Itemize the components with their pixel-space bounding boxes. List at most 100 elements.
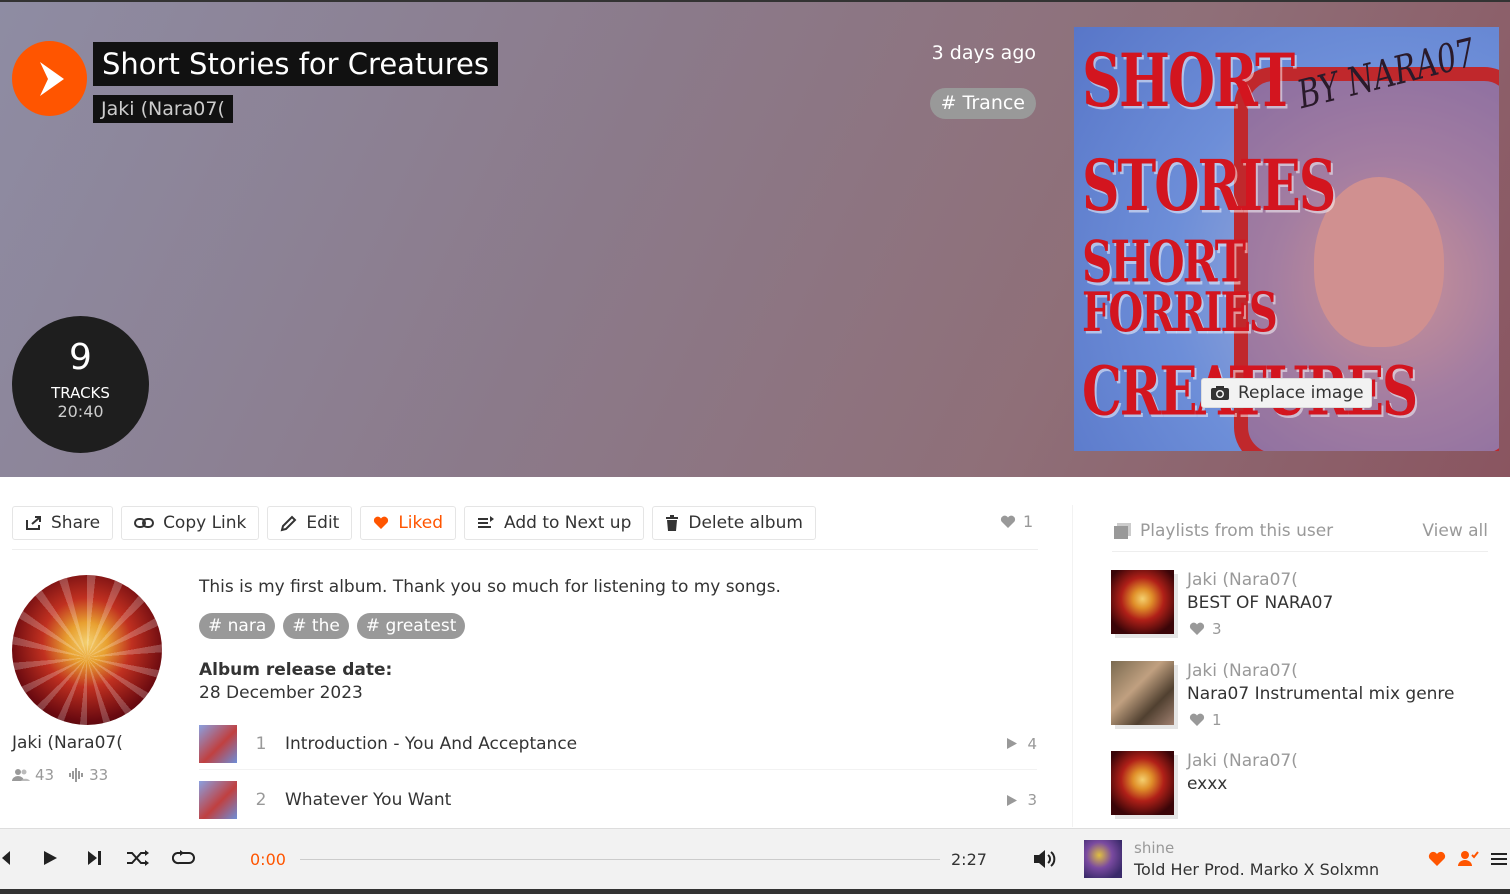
playlist-owner[interactable]: Jaki (Nara07(: [1187, 570, 1298, 590]
track-title[interactable]: Introduction - You And Acceptance: [285, 734, 1006, 754]
shuffle-icon[interactable]: [126, 849, 150, 867]
track-thumbnail: [199, 781, 237, 819]
divider: [1112, 551, 1488, 552]
album-description: This is my first album. Thank you so muc…: [199, 577, 781, 597]
repeat-icon[interactable]: [172, 849, 196, 867]
play-count-icon: [1007, 738, 1018, 749]
playlist-artwork[interactable]: [1111, 751, 1174, 815]
now-playing-artist[interactable]: shine: [1134, 839, 1174, 857]
track-number: 1: [255, 733, 267, 754]
next-icon[interactable]: [86, 849, 102, 867]
upload-date: 3 days ago: [931, 42, 1036, 64]
total-time: 2:27: [951, 850, 987, 869]
heart-icon: [1189, 713, 1205, 726]
link-icon: [134, 518, 155, 528]
playlist-item[interactable]: Jaki (Nara07( BEST OF NARA07 3: [1111, 570, 1491, 645]
progress-bar[interactable]: [300, 859, 940, 860]
followers-count: 43: [35, 766, 55, 784]
playlists-header: Playlists from this user View all: [1112, 521, 1488, 541]
track-row[interactable]: 2 Whatever You Want 3: [199, 774, 1037, 826]
previous-icon[interactable]: [0, 849, 12, 867]
bottom-border: [0, 889, 1510, 894]
playlist-stack-icon: [1114, 523, 1131, 539]
album-artist-link[interactable]: Jaki (Nara07(: [93, 95, 233, 123]
queue-list-icon[interactable]: [1490, 851, 1508, 867]
track-count: 9: [69, 337, 92, 378]
track-plays: 4: [1006, 735, 1037, 753]
tracks-stat[interactable]: 33: [68, 766, 108, 784]
playlist-owner[interactable]: Jaki (Nara07(: [1187, 661, 1298, 681]
followers-stat[interactable]: 43: [12, 766, 54, 784]
album-like-count: 1: [1000, 512, 1033, 531]
share-button[interactable]: Share: [12, 506, 114, 540]
copy-link-label: Copy Link: [163, 513, 247, 533]
like-count: 3: [1212, 620, 1222, 638]
liked-label: Liked: [398, 513, 444, 533]
heart-icon: [1000, 515, 1016, 528]
play-count: 3: [1027, 791, 1037, 809]
track-row[interactable]: 1 Introduction - You And Acceptance 4: [199, 718, 1037, 770]
pencil-icon: [281, 515, 297, 531]
genre-tag[interactable]: # Trance: [929, 88, 1036, 119]
play-icon[interactable]: [42, 849, 58, 867]
tag[interactable]: # greatest: [356, 613, 466, 639]
tracks-label: TRACKS: [51, 384, 110, 402]
like-heart-icon[interactable]: [1428, 851, 1446, 867]
playlist-item[interactable]: Jaki (Nara07( exxx: [1111, 751, 1491, 826]
tracks-count: 33: [89, 766, 109, 784]
playlist-owner[interactable]: Jaki (Nara07(: [1187, 751, 1298, 771]
play-count: 4: [1027, 734, 1037, 753]
release-date: 28 December 2023: [199, 683, 363, 703]
track-title[interactable]: Whatever You Want: [285, 790, 1006, 810]
release-date-label: Album release date:: [199, 660, 393, 680]
album-duration: 20:40: [57, 402, 104, 421]
play-album-button[interactable]: [12, 41, 87, 116]
copy-link-button[interactable]: Copy Link: [121, 506, 260, 540]
add-next-label: Add to Next up: [504, 513, 632, 533]
current-time: 0:00: [250, 850, 286, 869]
follow-user-icon[interactable]: [1457, 849, 1479, 867]
replace-image-button[interactable]: Replace image: [1201, 378, 1372, 408]
like-count-value: 1: [1023, 512, 1034, 531]
volume-icon[interactable]: [1033, 849, 1057, 869]
album-title: Short Stories for Creatures: [93, 42, 498, 86]
add-to-next-up-button[interactable]: Add to Next up: [464, 506, 645, 540]
like-count: 1: [1212, 711, 1222, 729]
artist-avatar[interactable]: [12, 575, 162, 725]
playlist-artwork[interactable]: [1111, 661, 1174, 725]
cover-word: SHORT: [1082, 37, 1295, 124]
heart-icon: [1189, 622, 1205, 635]
play-count-icon: [1007, 794, 1018, 806]
artist-name-link[interactable]: Jaki (Nara07(: [12, 733, 123, 753]
replace-image-label: Replace image: [1238, 383, 1364, 403]
waveform-icon: [69, 768, 84, 782]
followers-icon: [12, 769, 30, 781]
queue-icon: [478, 516, 495, 528]
playlist-item[interactable]: Jaki (Nara07( Nara07 Instrumental mix ge…: [1111, 661, 1491, 736]
album-actions: Share Copy Link Edit Liked Add to Next u…: [12, 506, 816, 540]
player-bar: 0:00 2:27 shine Told Her Prod. Marko X S…: [0, 828, 1510, 889]
view-all-link[interactable]: View all: [1422, 521, 1488, 541]
playlist-title[interactable]: exxx: [1187, 774, 1227, 794]
liked-button[interactable]: Liked: [360, 506, 457, 540]
track-count-badge: 9 TRACKS 20:40: [12, 316, 149, 453]
heart-icon: [374, 516, 389, 529]
edit-button[interactable]: Edit: [267, 506, 353, 540]
divider: [12, 549, 1038, 550]
share-label: Share: [51, 513, 101, 533]
delete-label: Delete album: [688, 513, 803, 533]
now-playing-artwork[interactable]: [1084, 840, 1122, 878]
cover-word: STORIES: [1082, 145, 1336, 228]
track-thumbnail: [199, 724, 237, 763]
play-icon: [40, 62, 64, 96]
share-icon: [26, 516, 41, 530]
tag[interactable]: # nara: [199, 613, 276, 639]
track-plays: 3: [1006, 791, 1037, 809]
tag[interactable]: # the: [283, 613, 349, 639]
playlist-title[interactable]: BEST OF NARA07: [1187, 593, 1333, 613]
playlist-title[interactable]: Nara07 Instrumental mix genre: [1187, 684, 1455, 704]
column-divider: [1072, 505, 1073, 827]
now-playing-title[interactable]: Told Her Prod. Marko X Solxmn: [1134, 860, 1379, 879]
playlist-artwork[interactable]: [1111, 570, 1174, 634]
delete-album-button[interactable]: Delete album: [652, 506, 816, 540]
